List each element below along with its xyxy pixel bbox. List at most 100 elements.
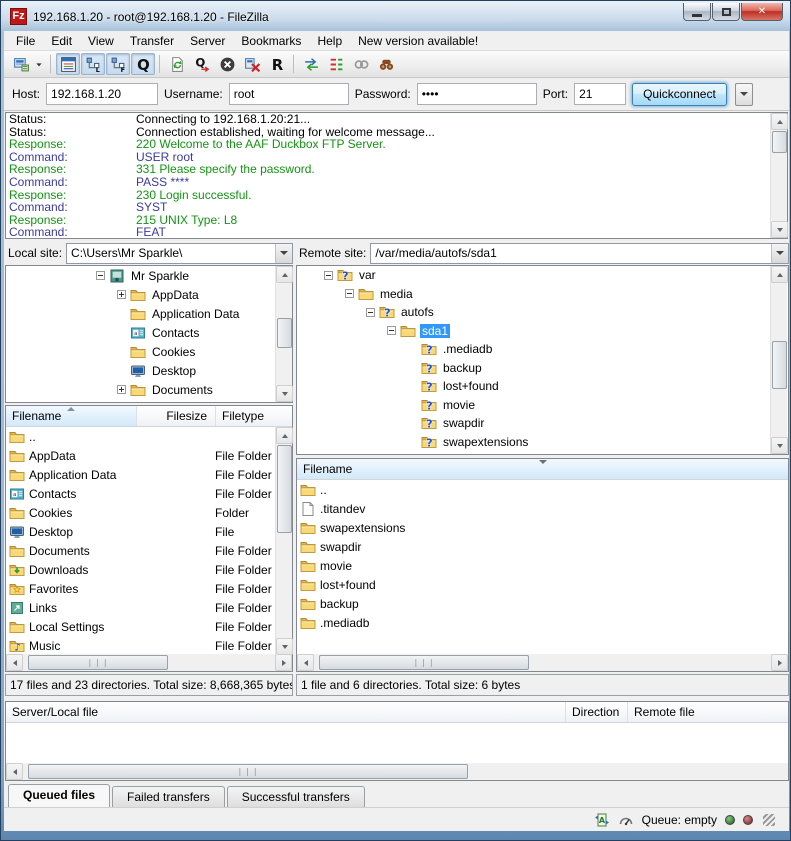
tree-item[interactable]: AppData	[6, 285, 292, 304]
tree-item[interactable]: Application Data	[6, 304, 292, 323]
maximize-button[interactable]	[712, 3, 740, 21]
tree-item[interactable]: sda1	[297, 322, 788, 341]
scroll-up-button[interactable]	[771, 113, 788, 130]
tree-item[interactable]: swapextensions	[297, 433, 788, 452]
scrollbar-thumb[interactable]: ❘❘❘	[28, 764, 468, 779]
port-input[interactable]	[574, 83, 626, 105]
scroll-down-button[interactable]	[276, 385, 293, 402]
tree-item[interactable]: Mr Sparkle	[6, 266, 292, 285]
toolbar-button[interactable]	[56, 53, 80, 75]
menu-item[interactable]: Help	[309, 32, 350, 50]
file-row[interactable]: swapextensions	[297, 518, 788, 537]
remote-site-combobox[interactable]: /var/media/autofs/sda1	[370, 243, 789, 264]
local-list-hscrollbar[interactable]: ❘❘❘	[6, 654, 292, 671]
menu-item[interactable]: File	[8, 32, 43, 50]
queue-tab[interactable]: Failed transfers	[112, 786, 225, 807]
column-header-filename[interactable]: Filename	[6, 406, 137, 426]
file-row[interactable]: .titandev	[297, 499, 788, 518]
tree-item[interactable]: swapdir	[297, 414, 788, 433]
resize-grip[interactable]	[763, 814, 775, 826]
tree-expander[interactable]	[117, 385, 126, 394]
local-site-dropdown[interactable]	[275, 244, 292, 263]
scrollbar-thumb[interactable]: ❘❘❘	[319, 655, 529, 670]
file-row[interactable]: backup	[297, 594, 788, 613]
file-row[interactable]: movie	[297, 556, 788, 575]
toolbar-button[interactable]	[299, 53, 323, 75]
queue-tab[interactable]: Successful transfers	[227, 786, 365, 807]
column-header-filetype[interactable]: Filetype	[216, 406, 292, 426]
local-list-scrollbar[interactable]	[275, 427, 292, 655]
scroll-down-button[interactable]	[771, 437, 788, 454]
toolbar-button[interactable]	[349, 53, 373, 75]
menu-item[interactable]: View	[80, 32, 122, 50]
scroll-left-button[interactable]	[6, 763, 23, 780]
minimize-button[interactable]	[683, 3, 711, 21]
tree-item[interactable]: lost+found	[297, 377, 788, 396]
queue-tab[interactable]: Queued files	[8, 784, 110, 807]
toolbar-button[interactable]	[190, 53, 214, 75]
toolbar-button[interactable]	[215, 53, 239, 75]
file-row[interactable]: ..	[6, 427, 292, 446]
local-site-combobox[interactable]: C:\Users\Mr Sparkle\	[66, 243, 293, 264]
tree-expander[interactable]	[96, 271, 105, 280]
scrollbar-thumb[interactable]	[277, 318, 292, 348]
tree-expander[interactable]	[366, 308, 375, 317]
menu-item[interactable]: New version available!	[350, 32, 486, 50]
toolbar-button[interactable]	[131, 53, 155, 75]
tree-expander[interactable]	[117, 290, 126, 299]
tree-item[interactable]: .mediadb	[297, 340, 788, 359]
tree-item[interactable]: Contacts	[6, 323, 292, 342]
transfer-type-icon[interactable]	[594, 812, 610, 828]
file-row[interactable]: Contacts File Folder	[6, 484, 292, 503]
toolbar-button[interactable]	[32, 53, 46, 75]
queue-hscrollbar[interactable]: ❘❘❘	[6, 763, 788, 780]
scrollbar-thumb[interactable]	[772, 131, 787, 153]
toolbar-button[interactable]	[265, 53, 289, 75]
scrollbar-thumb[interactable]: ❘❘❘	[28, 655, 168, 670]
file-row[interactable]: Application Data File Folder	[6, 465, 292, 484]
password-input[interactable]	[417, 83, 537, 105]
tree-item[interactable]: backup	[297, 359, 788, 378]
quickconnect-dropdown-button[interactable]	[735, 83, 753, 106]
remote-site-dropdown[interactable]	[771, 244, 788, 263]
menu-item[interactable]: Server	[182, 32, 233, 50]
file-row[interactable]: Links File Folder	[6, 598, 292, 617]
menu-item[interactable]: Transfer	[122, 32, 182, 50]
file-row[interactable]: Favorites File Folder	[6, 579, 292, 598]
scroll-left-button[interactable]	[297, 654, 314, 671]
toolbar-button[interactable]	[47, 53, 55, 75]
tree-item[interactable]: autofs	[297, 303, 788, 322]
scroll-right-button[interactable]	[771, 654, 788, 671]
toolbar-button[interactable]	[290, 53, 298, 75]
tree-item[interactable]: media	[297, 285, 788, 304]
file-row[interactable]: ..	[297, 480, 788, 499]
file-row[interactable]: .mediadb	[297, 613, 788, 632]
tree-item[interactable]: Desktop	[6, 361, 292, 380]
toolbar-button[interactable]	[156, 53, 164, 75]
tree-item[interactable]: movie	[297, 396, 788, 415]
file-row[interactable]: Music File Folder	[6, 636, 292, 654]
toolbar-button[interactable]	[81, 53, 105, 75]
tree-item[interactable]: dvd	[297, 451, 788, 455]
tree-expander[interactable]	[345, 289, 354, 298]
file-row[interactable]: swapdir	[297, 537, 788, 556]
log-scrollbar[interactable]	[770, 113, 787, 238]
scrollbar-thumb[interactable]	[277, 445, 292, 533]
tree-expander[interactable]	[324, 271, 333, 280]
scroll-left-button[interactable]	[6, 654, 23, 671]
column-header-server-local-file[interactable]: Server/Local file	[6, 702, 566, 722]
file-row[interactable]: Cookies Folder	[6, 503, 292, 522]
scroll-up-button[interactable]	[276, 266, 293, 283]
tree-expander[interactable]	[387, 326, 396, 335]
file-row[interactable]: Documents File Folder	[6, 541, 292, 560]
toolbar-button[interactable]	[240, 53, 264, 75]
tree-item[interactable]: Downloads	[6, 399, 292, 403]
menu-item[interactable]: Edit	[43, 32, 80, 50]
file-row[interactable]: Local Settings File Folder	[6, 617, 292, 636]
username-input[interactable]	[229, 83, 349, 105]
column-header-filesize[interactable]: Filesize	[137, 406, 216, 426]
file-row[interactable]: lost+found	[297, 575, 788, 594]
scroll-right-button[interactable]	[275, 654, 292, 671]
file-row[interactable]: AppData File Folder	[6, 446, 292, 465]
scrollbar-thumb[interactable]	[772, 341, 787, 389]
